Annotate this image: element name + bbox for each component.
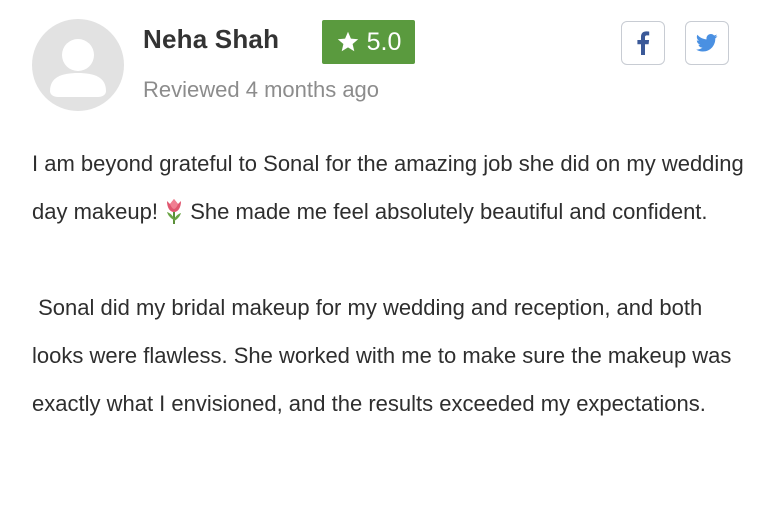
star-icon: [337, 31, 358, 52]
facebook-icon: [637, 31, 650, 55]
tulip-icon: [167, 199, 182, 224]
reviewer-name: Neha Shah: [143, 24, 280, 54]
review-text: I am beyond grateful to Sonal for the am…: [32, 140, 752, 428]
user-placeholder-icon: [50, 39, 106, 97]
review-date: Reviewed 4 months ago: [143, 77, 380, 102]
avatar: [32, 19, 124, 111]
review-paragraph-1: I am beyond grateful to Sonal for the am…: [32, 151, 750, 224]
twitter-icon: [696, 34, 718, 52]
rating-value: 5.0: [366, 27, 402, 56]
review-paragraph-2: Sonal did my bridal makeup for my weddin…: [32, 295, 738, 416]
twitter-share-button[interactable]: [685, 21, 729, 65]
rating-badge: 5.0: [322, 20, 415, 64]
facebook-share-button[interactable]: [621, 21, 665, 65]
